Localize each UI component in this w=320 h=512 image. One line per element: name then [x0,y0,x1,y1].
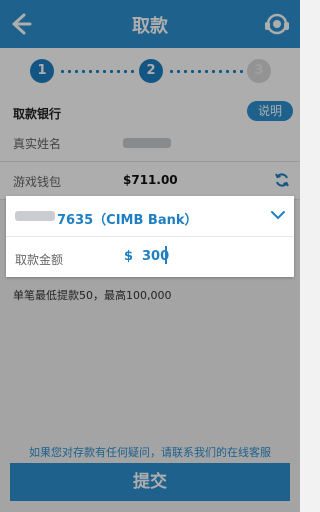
progress-stepper: 1 2 3 [0,48,300,94]
page-title: 取款 [132,16,168,37]
real-name-label: 真实姓名 [13,137,62,151]
wallet-row: 游戏钱包 $711.00 [0,162,300,200]
headset-icon[interactable] [262,9,292,39]
step-2: 2 [139,59,163,83]
help-button[interactable]: 说明 [247,101,293,121]
step-connector [168,70,243,73]
contact-support-link[interactable]: 如果您对存款有任何疑问，请联系我们的在线客服 [0,444,300,460]
text-cursor [165,246,167,264]
step-3: 3 [247,59,271,83]
withdraw-limits-hint: 单笔最低提款50，最高100,000 [13,289,172,302]
bank-account-label: 7635（CIMB Bank） [57,213,198,228]
app-header: 取款 [0,0,300,48]
withdraw-bank-label: 取款银行 [13,107,62,121]
real-name-row: 真实姓名 [0,124,300,162]
chevron-down-icon[interactable] [271,210,285,220]
refresh-icon[interactable] [274,172,290,188]
step-connector [59,70,134,73]
amount-label: 取款金额 [15,253,64,267]
bank-account-selector[interactable]: 7635（CIMB Bank） [6,196,294,237]
bank-amount-card: 7635（CIMB Bank） 取款金额 $ 300 [6,196,294,277]
submit-button[interactable]: 提交 [10,463,290,501]
wallet-balance: $711.00 [123,173,178,187]
step-1: 1 [30,59,54,83]
wallet-label: 游戏钱包 [13,175,62,189]
redacted-account-number [15,211,55,221]
redacted-name [123,138,171,148]
currency-symbol: $ [124,249,134,264]
